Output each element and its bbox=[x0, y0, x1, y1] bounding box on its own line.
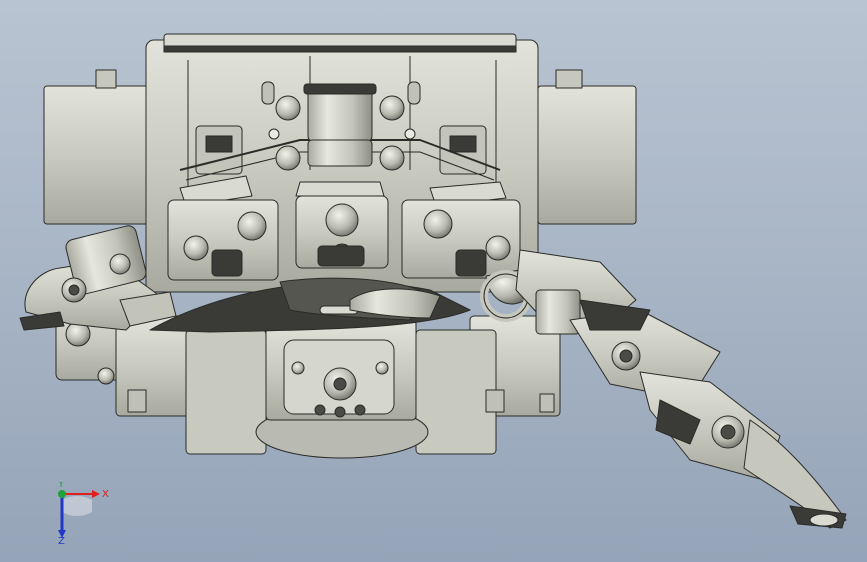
y-axis-arrow bbox=[58, 490, 66, 498]
cad-viewport[interactable]: X Y Z bbox=[0, 0, 867, 562]
z-axis-label: Z bbox=[58, 536, 65, 544]
coordinate-triad: X Y Z bbox=[57, 482, 109, 544]
finger-bases bbox=[167, 175, 521, 281]
robot-hand-model[interactable] bbox=[0, 0, 867, 562]
x-axis-label: X bbox=[102, 489, 109, 500]
y-axis-label: Y bbox=[57, 482, 65, 490]
